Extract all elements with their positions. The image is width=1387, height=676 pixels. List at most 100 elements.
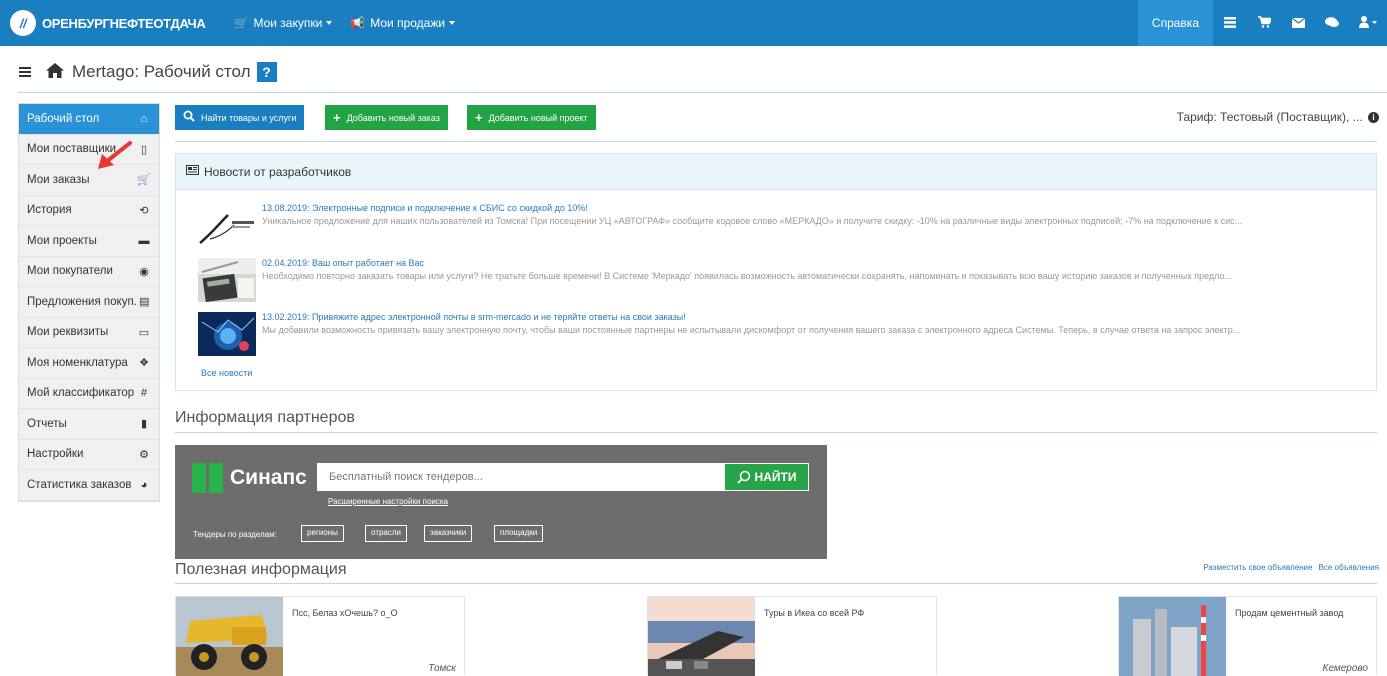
brand-logo: //	[10, 10, 36, 36]
cart-icon[interactable]	[1247, 15, 1281, 31]
sidebar-item-label: Предложения покуп...	[27, 295, 138, 308]
avtograf-logo-thumbnail	[199, 214, 254, 244]
news-text: Мы добавили возможность привязать вашу э…	[262, 325, 1241, 335]
divider	[175, 432, 1377, 433]
briefcase-icon: ▬	[138, 234, 150, 247]
tender-sections-label: Тендеры по разделам:	[193, 530, 277, 539]
nav-my-purchases[interactable]: 🛒 Мои закупки	[233, 16, 333, 30]
find-goods-button[interactable]: Найти товары и услуги	[175, 105, 305, 130]
info-icon: i	[1368, 112, 1379, 124]
news-header-title: Новости от разработчиков	[204, 164, 352, 179]
tag-customers[interactable]: заказчики	[424, 525, 473, 542]
sidebar-item[interactable]: Мой классификатор #	[19, 379, 159, 409]
tag-regions[interactable]: регионы	[301, 525, 344, 542]
post-ad-link[interactable]: Разместить свое объявление	[1203, 563, 1312, 572]
ad-card[interactable]: Псс, Белаз хОчешь? о_О Томск	[175, 596, 465, 676]
sidebar-item-label: Настройки	[27, 448, 84, 461]
belaz-truck-photo	[176, 597, 283, 676]
sidebar-item[interactable]: Отчеты ▮	[19, 409, 159, 440]
advanced-search-link[interactable]: Расширенные настройки поиска	[328, 497, 448, 506]
add-order-button[interactable]: + Добавить новый заказ	[325, 105, 448, 130]
hash-icon: #	[140, 387, 148, 400]
ad-card-city: Кемерово	[1322, 663, 1368, 674]
synaps-logo-mark	[192, 463, 224, 493]
tender-search-input[interactable]: Бесплатный поиск тендеров...	[317, 463, 725, 491]
tender-search-button[interactable]: НАЙТИ	[724, 463, 809, 491]
all-news-link[interactable]: Все новости	[201, 368, 252, 378]
sidebar-item[interactable]: Предложения покуп... ▤	[19, 287, 159, 318]
brand[interactable]: // ОРЕНБУРГНЕФТЕОТДАЧА	[10, 10, 206, 36]
sidebar-item-label: Мой классификатор	[27, 387, 135, 400]
sidebar-item[interactable]: Мои покупатели ◉	[19, 257, 159, 287]
synaps-logo[interactable]: Синапс	[192, 463, 307, 493]
news-title[interactable]: 13.02.2019: Привяжите адрес электронной …	[262, 312, 686, 322]
sidebar-item[interactable]: Мои поставщики ▯	[19, 135, 159, 165]
digital-network-thumbnail	[198, 312, 256, 356]
nav-my-sales[interactable]: 📢 Мои продажи	[350, 16, 456, 30]
ad-card[interactable]: Продам цементный завод Кемерово	[1118, 596, 1377, 676]
gears-icon: ⚙	[139, 448, 149, 461]
sidebar-item-label: Моя номенклатура	[27, 356, 128, 369]
sidebar-item-label: Рабочий стол	[27, 112, 100, 125]
home-icon: ⌂	[140, 112, 148, 125]
sidebar-item-label: Статистика заказов	[27, 478, 132, 491]
ad-card-title: Псс, Белаз хОчешь? о_О	[292, 608, 398, 618]
caret-down-icon	[449, 21, 456, 25]
sidebar-item[interactable]: Моя номенклатура ❖	[19, 348, 159, 379]
mail-icon[interactable]	[1281, 16, 1315, 31]
ikea-plane-photo	[648, 597, 755, 676]
megaphone-icon: 📢	[350, 16, 366, 30]
nav-my-purchases-label: Мои закупки	[253, 16, 323, 30]
sidebar-item[interactable]: Мои реквизиты ▭	[19, 318, 159, 348]
history-icon: ⟲	[139, 204, 149, 217]
chat-icon[interactable]	[1315, 16, 1349, 31]
divider	[18, 92, 1387, 93]
add-order-label: Добавить новый заказ	[346, 112, 440, 123]
tariff-info[interactable]: Тариф: Тестовый (Поставщик), ... i	[1177, 110, 1379, 124]
tag-industries[interactable]: отрасли	[365, 525, 407, 542]
synaps-tender-search-widget: Синапс Бесплатный поиск тендеров... НАЙТ…	[175, 445, 827, 559]
help-button[interactable]: Справка	[1137, 0, 1213, 46]
plus-icon: +	[333, 110, 341, 125]
news-title[interactable]: 13.08.2019: Электронные подписи и подклю…	[262, 203, 588, 213]
sidebar-item-label: Отчеты	[27, 417, 67, 430]
cement-plant-photo	[1119, 597, 1226, 676]
divider	[175, 583, 1377, 584]
tender-search-label: НАЙТИ	[754, 470, 797, 484]
all-ads-link[interactable]: Все объявления	[1318, 563, 1379, 572]
red-arrow-annotation	[98, 141, 132, 169]
nav-my-sales-label: Мои продажи	[370, 16, 446, 30]
useful-info-links: Разместить свое объявление Все объявлени…	[1203, 563, 1379, 572]
cart-icon: 🛒	[233, 16, 249, 30]
book-icon: ▯	[140, 143, 148, 156]
synaps-logo-text: Синапс	[230, 466, 307, 489]
add-project-button[interactable]: + Добавить новый проект	[467, 105, 596, 130]
useful-info-section-title: Полезная информация	[175, 561, 347, 578]
sidebar-item[interactable]: Настройки ⚙	[19, 440, 159, 470]
news-item[interactable]: 02.04.2019: Ваш опыт работает на Вас Нео…	[198, 258, 1368, 302]
news-text: Необходимо повторно заказать товары или …	[262, 271, 1233, 281]
news-header: Новости от разработчиков	[176, 154, 1376, 190]
eye-icon: ◉	[139, 265, 149, 278]
user-menu-icon[interactable]	[1349, 15, 1387, 31]
hamburger-icon[interactable]	[18, 65, 32, 79]
ad-card[interactable]: Туры в Икеа со всей РФ	[647, 596, 937, 676]
help-question-button[interactable]: ?	[256, 62, 277, 82]
list-icon[interactable]	[1213, 16, 1247, 31]
sidebar-item[interactable]: Статистика заказов ◕	[19, 470, 159, 501]
sidebar-item[interactable]: Мои проекты ▬	[19, 226, 159, 257]
news-title[interactable]: 02.04.2019: Ваш опыт работает на Вас	[262, 258, 424, 268]
sidebar-item[interactable]: Рабочий стол ⌂	[19, 104, 159, 135]
cart-icon: 🛒	[137, 174, 151, 187]
news-item[interactable]: 13.02.2019: Привяжите адрес электронной …	[198, 312, 1368, 356]
ad-card-title: Продам цементный завод	[1235, 608, 1344, 618]
ad-card-city: Томск	[428, 663, 456, 674]
news-item[interactable]: 13.08.2019: Электронные подписи и подклю…	[198, 203, 1368, 247]
search-icon	[736, 470, 750, 484]
sidebar-item-label: Мои заказы	[27, 173, 90, 186]
sidebar-item[interactable]: История ⟲	[19, 196, 159, 226]
sidebar: Рабочий стол ⌂ Мои поставщики ▯ Мои заказы 🛒 И…	[18, 103, 160, 502]
home-icon	[46, 62, 64, 83]
tag-platforms[interactable]: площадки	[494, 525, 544, 542]
sidebar-item[interactable]: Мои заказы 🛒	[19, 165, 159, 196]
